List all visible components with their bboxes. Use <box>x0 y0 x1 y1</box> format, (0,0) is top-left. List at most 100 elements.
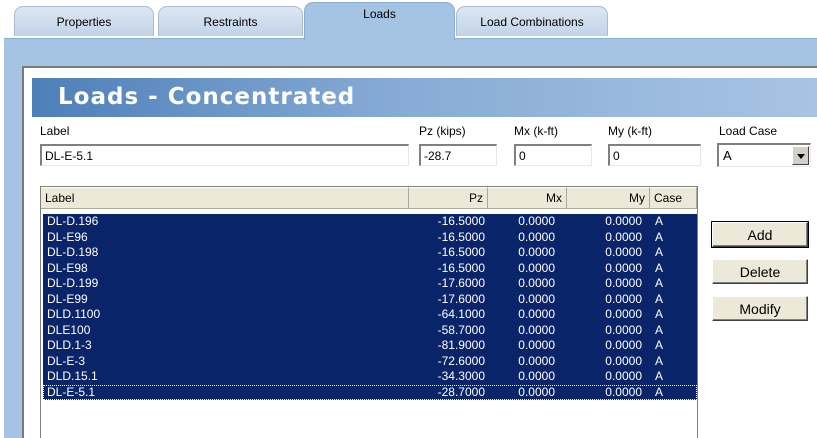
table-row[interactable]: DL-E98 -16.5000 0.0000 0.0000 A <box>43 260 697 276</box>
row-pz: -72.6000 <box>437 353 485 368</box>
tab-properties[interactable]: Properties <box>14 6 154 36</box>
row-mx: 0.0000 <box>518 291 555 306</box>
row-label: DLD.1-3 <box>47 338 92 352</box>
row-my: 0.0000 <box>605 214 642 228</box>
row-case: A <box>655 229 664 244</box>
tab-properties-label: Properties <box>56 14 112 29</box>
column-header-mx[interactable]: Mx <box>488 187 567 209</box>
table-row[interactable]: DLD.1-3 -81.9000 0.0000 0.0000 A <box>43 338 697 354</box>
tab-restraints[interactable]: Restraints <box>158 6 303 36</box>
row-pz: -16.5000 <box>437 260 485 275</box>
row-label: DLE100 <box>47 322 91 337</box>
row-my: 0.0000 <box>605 245 642 259</box>
row-pz: -64.1000 <box>437 307 485 321</box>
row-case: A <box>655 245 664 259</box>
load-case-value: A <box>723 148 732 163</box>
row-mx: 0.0000 <box>518 307 555 321</box>
add-button[interactable]: Add <box>711 221 809 248</box>
row-case: A <box>655 260 664 275</box>
row-my: 0.0000 <box>605 338 642 352</box>
row-my: 0.0000 <box>605 276 642 290</box>
tab-loads-label: Loads <box>363 7 396 21</box>
tab-load-combinations-label: Load Combinations <box>480 14 584 29</box>
row-my: 0.0000 <box>605 291 642 306</box>
table-row[interactable]: DL-E-3 -72.6000 0.0000 0.0000 A <box>43 353 697 369</box>
row-label: DL-E98 <box>47 260 88 275</box>
tab-load-combinations[interactable]: Load Combinations <box>456 6 608 36</box>
row-label: DL-E99 <box>47 291 88 306</box>
mx-input[interactable] <box>514 144 592 166</box>
load-case-select[interactable]: A <box>717 143 811 167</box>
row-label: DL-E-5.1 <box>47 384 96 399</box>
row-case: A <box>655 322 664 337</box>
row-mx: 0.0000 <box>518 353 555 368</box>
table-row[interactable]: DL-E96 -16.5000 0.0000 0.0000 A <box>43 229 697 245</box>
row-my: 0.0000 <box>605 384 642 399</box>
list-header: Label Pz Mx My Case <box>41 187 697 209</box>
row-pz: -16.5000 <box>437 214 485 228</box>
row-pz: -16.5000 <box>437 245 485 259</box>
row-label: DLD.15.1 <box>47 369 98 383</box>
row-mx: 0.0000 <box>518 384 555 399</box>
table-row[interactable]: DL-D.198 -16.5000 0.0000 0.0000 A <box>43 245 697 261</box>
modify-button[interactable]: Modify <box>712 296 808 321</box>
column-header-pz[interactable]: Pz <box>409 187 488 209</box>
pz-caption: Pz (kips) <box>419 124 466 138</box>
row-case: A <box>655 338 664 352</box>
row-pz: -17.6000 <box>437 291 485 306</box>
tab-loads[interactable]: Loads <box>304 2 455 40</box>
row-label: DL-D.198 <box>47 245 99 259</box>
list-rows: DL-D.196 -16.5000 0.0000 0.0000 A DL-E96 -16.5… <box>43 214 697 400</box>
mx-caption: Mx (k-ft) <box>514 124 558 138</box>
table-row[interactable]: DL-D.199 -17.6000 0.0000 0.0000 A <box>43 276 697 292</box>
column-header-label[interactable]: Label <box>41 187 409 209</box>
row-mx: 0.0000 <box>518 276 555 290</box>
column-header-case[interactable]: Case <box>650 187 697 209</box>
label-input[interactable] <box>40 144 409 166</box>
table-row[interactable]: DL-E-5.1 -28.7000 0.0000 0.0000 A <box>43 384 697 400</box>
row-case: A <box>655 214 664 228</box>
row-mx: 0.0000 <box>518 369 555 383</box>
row-case: A <box>655 369 664 383</box>
row-label: DLD.1100 <box>47 307 101 321</box>
chevron-down-icon[interactable] <box>792 146 809 165</box>
row-my: 0.0000 <box>605 369 642 383</box>
table-row[interactable]: DL-D.196 -16.5000 0.0000 0.0000 A <box>43 214 697 230</box>
row-my: 0.0000 <box>605 322 642 337</box>
row-mx: 0.0000 <box>518 260 555 275</box>
row-case: A <box>655 291 664 306</box>
table-row[interactable]: DLD.1100 -64.1000 0.0000 0.0000 A <box>43 307 697 323</box>
row-pz: -28.7000 <box>437 384 485 399</box>
row-pz: -34.3000 <box>437 369 485 383</box>
pz-input[interactable] <box>419 144 497 166</box>
row-mx: 0.0000 <box>518 338 555 352</box>
row-mx: 0.0000 <box>518 322 555 337</box>
my-input[interactable] <box>608 144 701 166</box>
label-caption: Label <box>40 124 70 138</box>
table-row[interactable]: DLE100 -58.7000 0.0000 0.0000 A <box>43 322 697 338</box>
row-case: A <box>655 384 664 399</box>
row-my: 0.0000 <box>605 260 642 275</box>
row-my: 0.0000 <box>605 353 642 368</box>
loads-list[interactable]: Label Pz Mx My Case DL-D.196 -16.5000 0.00… <box>40 186 698 438</box>
column-header-my[interactable]: My <box>567 187 650 209</box>
row-label: DL-E96 <box>47 229 88 244</box>
row-pz: -81.9000 <box>437 338 485 352</box>
row-mx: 0.0000 <box>518 229 555 244</box>
row-case: A <box>655 307 664 321</box>
section-title: Loads - Concentrated <box>58 84 356 110</box>
row-case: A <box>655 276 664 290</box>
tab-strip: Properties Restraints Loads Load Combina… <box>0 0 817 40</box>
delete-button[interactable]: Delete <box>712 259 808 284</box>
load-case-caption: Load Case <box>719 124 778 138</box>
row-label: DL-E-3 <box>47 353 86 368</box>
row-mx: 0.0000 <box>518 245 555 259</box>
row-label: DL-D.199 <box>47 276 99 290</box>
table-row[interactable]: DLD.15.1 -34.3000 0.0000 0.0000 A <box>43 369 697 385</box>
row-pz: -58.7000 <box>437 322 485 337</box>
row-label: DL-D.196 <box>47 214 99 228</box>
my-caption: My (k-ft) <box>608 124 652 138</box>
row-pz: -17.6000 <box>437 276 485 290</box>
row-mx: 0.0000 <box>518 214 555 228</box>
table-row[interactable]: DL-E99 -17.6000 0.0000 0.0000 A <box>43 291 697 307</box>
